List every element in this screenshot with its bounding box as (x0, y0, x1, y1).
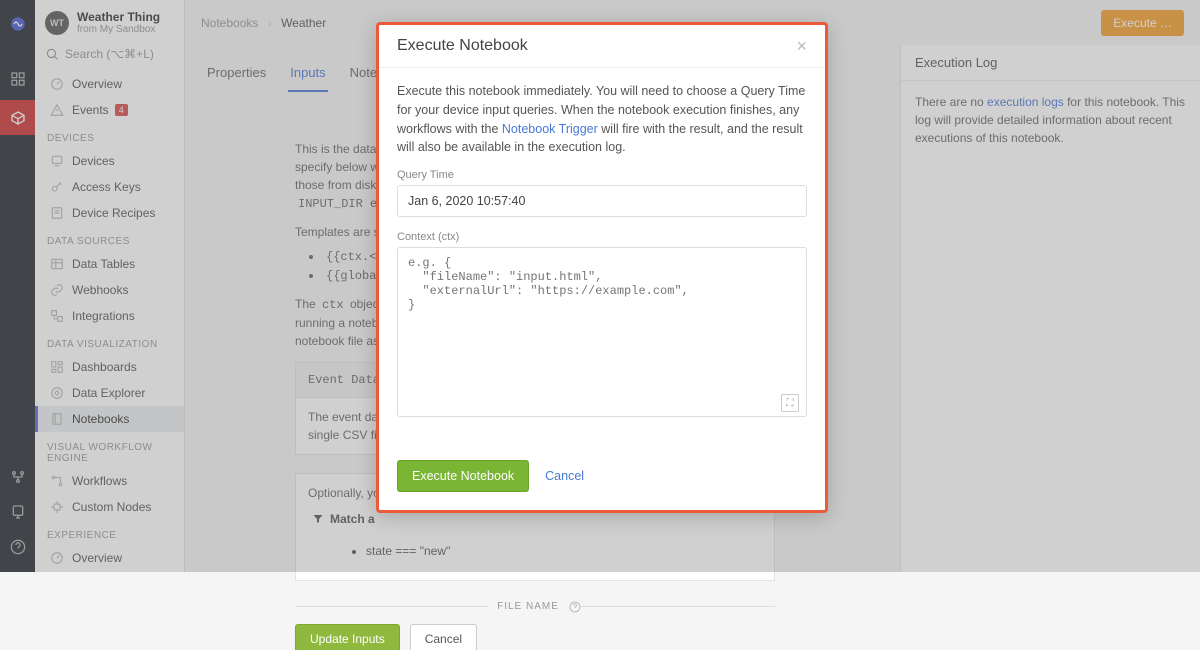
execute-notebook-button[interactable]: Execute Notebook (397, 460, 529, 492)
help-icon[interactable] (569, 601, 581, 613)
cancel-link[interactable]: Cancel (545, 469, 584, 483)
file-name-separator: FILE NAME (295, 599, 775, 614)
modal-title: Execute Notebook (397, 37, 528, 55)
cancel-button[interactable]: Cancel (410, 624, 477, 650)
query-time-input[interactable] (397, 185, 807, 217)
context-label: Context (ctx) (397, 231, 807, 243)
modal-description: Execute this notebook immediately. You w… (397, 82, 807, 157)
update-inputs-button[interactable]: Update Inputs (295, 624, 400, 650)
notebook-trigger-link[interactable]: Notebook Trigger (502, 122, 598, 136)
query-time-label: Query Time (397, 169, 807, 181)
label: FILE NAME (489, 599, 567, 614)
execute-notebook-modal: Execute Notebook × Execute this notebook… (376, 22, 828, 513)
expand-icon[interactable]: ⛶ (781, 394, 799, 412)
close-icon[interactable]: × (796, 37, 807, 55)
context-textarea[interactable] (397, 247, 807, 417)
